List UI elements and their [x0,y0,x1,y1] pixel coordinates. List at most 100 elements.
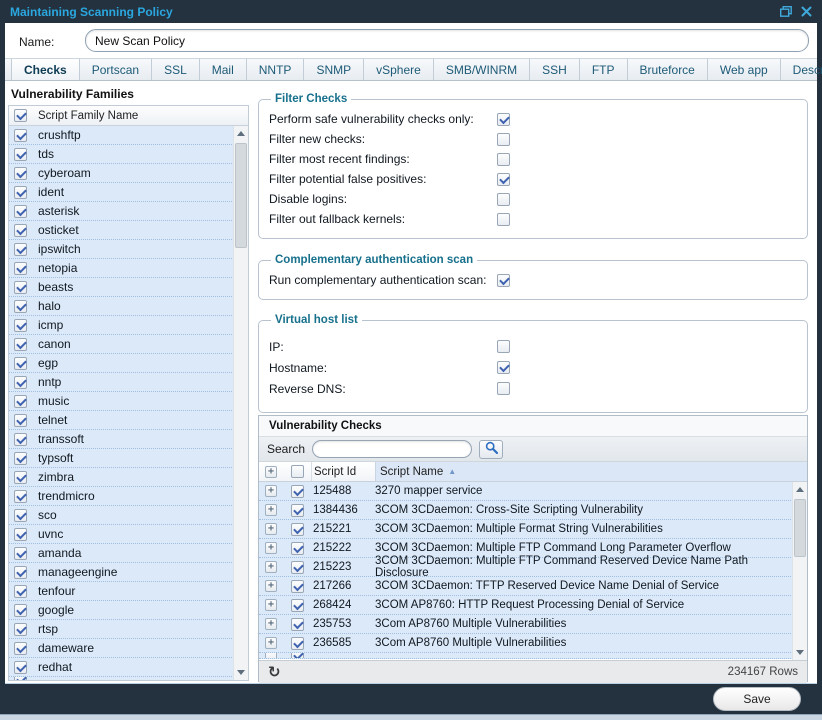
family-checkbox[interactable] [14,604,27,617]
tab[interactable]: Mail [200,59,247,80]
search-input[interactable] [312,440,472,458]
family-row[interactable]: canon [9,335,248,354]
scroll-up-icon[interactable] [234,126,248,141]
family-checkbox[interactable] [14,490,27,503]
family-row[interactable]: amanda [9,544,248,563]
tab[interactable]: SMB/WINRM [434,59,530,80]
tab[interactable]: Bruteforce [628,59,708,80]
family-checkbox[interactable] [14,338,27,351]
family-checkbox[interactable] [14,148,27,161]
family-checkbox[interactable] [14,414,27,427]
family-checkbox[interactable] [14,509,27,522]
option-checkbox[interactable] [497,173,510,186]
family-checkbox[interactable] [14,376,27,389]
family-row[interactable]: telnet [9,411,248,430]
family-checkbox[interactable] [14,642,27,655]
family-checkbox[interactable] [14,471,27,484]
family-checkbox[interactable] [14,205,27,218]
row-checkbox[interactable] [291,561,304,574]
option-checkbox[interactable] [497,153,510,166]
family-row[interactable]: manageengine [9,563,248,582]
tab[interactable]: Portscan [80,59,152,80]
family-row[interactable]: music [9,392,248,411]
expand-all-button[interactable]: + [259,466,283,478]
scrollbar-thumb[interactable] [235,143,247,248]
family-checkbox[interactable] [14,547,27,560]
family-row[interactable]: google [9,601,248,620]
tab[interactable]: Checks [11,59,80,80]
expand-row-button[interactable]: + [265,523,277,535]
family-checkbox[interactable] [14,661,27,674]
family-row[interactable]: nntp [9,373,248,392]
family-row[interactable]: trendmicro [9,487,248,506]
option-checkbox[interactable] [497,113,510,126]
tab[interactable]: SSH [530,59,580,80]
family-checkbox[interactable] [14,129,27,142]
family-row[interactable]: redhat [9,658,248,677]
family-checkbox[interactable] [14,395,27,408]
table-row[interactable]: + 268424 3COM AP8760: HTTP Request Proce… [259,596,807,615]
row-checkbox[interactable] [291,637,304,650]
row-checkbox[interactable] [291,485,304,498]
tab[interactable]: SNMP [304,59,364,80]
family-checkbox[interactable] [14,262,27,275]
family-checkbox[interactable] [14,281,27,294]
table-select-all-checkbox[interactable] [291,465,304,478]
family-checkbox[interactable] [14,300,27,313]
expand-row-button[interactable]: + [265,618,277,630]
family-checkbox[interactable] [14,167,27,180]
scrollbar-track[interactable] [234,141,248,665]
family-checkbox[interactable] [14,623,27,636]
family-row[interactable]: zimbra [9,468,248,487]
expand-row-button[interactable]: + [265,561,277,573]
column-header-script-id[interactable]: Script Id [311,462,375,481]
family-row[interactable]: ipswitch [9,240,248,259]
column-header-script-name[interactable]: Script Name ▲ [375,462,807,481]
row-checkbox[interactable] [291,599,304,612]
family-row[interactable]: uvnc [9,525,248,544]
table-row[interactable]: + 235753 3Com AP8760 Multiple Vulnerabil… [259,615,807,634]
family-row[interactable]: typsoft [9,449,248,468]
family-checkbox[interactable] [14,452,27,465]
family-row[interactable]: sco [9,506,248,525]
expand-row-button[interactable]: + [265,485,277,497]
tab[interactable]: vSphere [364,59,434,80]
family-row[interactable]: tds [9,145,248,164]
expand-row-button[interactable]: + [265,580,277,592]
close-icon[interactable] [801,6,812,17]
tab[interactable]: NNTP [247,59,305,80]
family-row[interactable]: beasts [9,278,248,297]
family-row[interactable]: transsoft [9,430,248,449]
refresh-icon[interactable]: ↻ [268,665,281,680]
option-checkbox[interactable] [497,133,510,146]
option-checkbox[interactable] [497,382,510,395]
family-row[interactable]: icmp [9,316,248,335]
family-row[interactable]: crushftp [9,126,248,145]
scroll-up-icon[interactable] [793,482,807,497]
save-button[interactable]: Save [713,687,801,711]
name-input[interactable] [85,29,809,52]
families-column-header[interactable]: Script Family Name [38,110,138,122]
expand-row-button[interactable]: + [265,542,277,554]
family-checkbox[interactable] [14,243,27,256]
table-row[interactable]: + 217266 3COM 3CDaemon: TFTP Reserved De… [259,577,807,596]
scrollbar-thumb[interactable] [794,499,806,557]
row-checkbox[interactable] [291,542,304,555]
table-row[interactable]: + 1384436 3COM 3CDaemon: Cross-Site Scri… [259,501,807,520]
family-row[interactable]: halo [9,297,248,316]
table-row[interactable]: + 215223 3COM 3CDaemon: Multiple FTP Com… [259,558,807,577]
table-row[interactable]: + 236585 3Com AP8760 Multiple Vulnerabil… [259,634,807,653]
family-checkbox[interactable] [14,433,27,446]
table-row[interactable]: + 215221 3COM 3CDaemon: Multiple Format … [259,520,807,539]
family-row[interactable]: netopia [9,259,248,278]
row-checkbox[interactable] [291,580,304,593]
table-row[interactable]: + 125488 3270 mapper service [259,482,807,501]
family-checkbox[interactable] [14,224,27,237]
option-checkbox[interactable] [497,274,510,287]
scroll-down-icon[interactable] [793,645,807,660]
row-checkbox[interactable] [291,523,304,536]
tab[interactable]: Description [781,59,822,80]
family-checkbox[interactable] [14,319,27,332]
family-checkbox[interactable] [14,186,27,199]
family-row[interactable]: tenfour [9,582,248,601]
